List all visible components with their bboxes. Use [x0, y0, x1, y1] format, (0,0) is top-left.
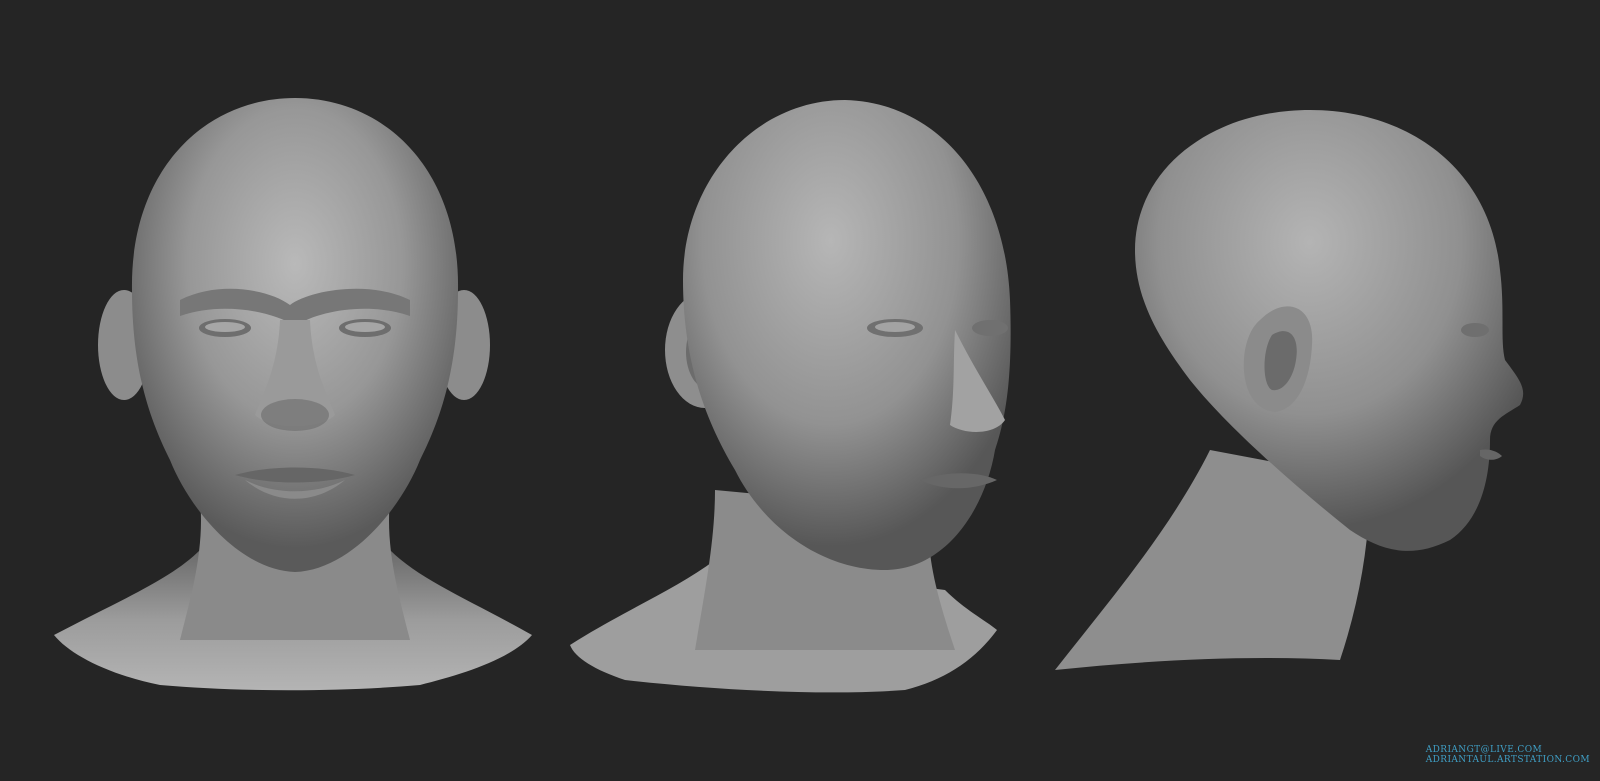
sculpt-canvas	[0, 0, 1600, 781]
credit-email[interactable]: ADRIANGT@LIVE.COM	[1426, 745, 1590, 755]
head-render-front	[54, 98, 532, 691]
head-render-profile	[1055, 110, 1524, 670]
artist-credits: ADRIANGT@LIVE.COM ADRIANTAUL.ARTSTATION.…	[1426, 745, 1590, 765]
credit-website[interactable]: ADRIANTAUL.ARTSTATION.COM	[1426, 755, 1590, 765]
head-render-three-quarter	[570, 100, 1011, 693]
